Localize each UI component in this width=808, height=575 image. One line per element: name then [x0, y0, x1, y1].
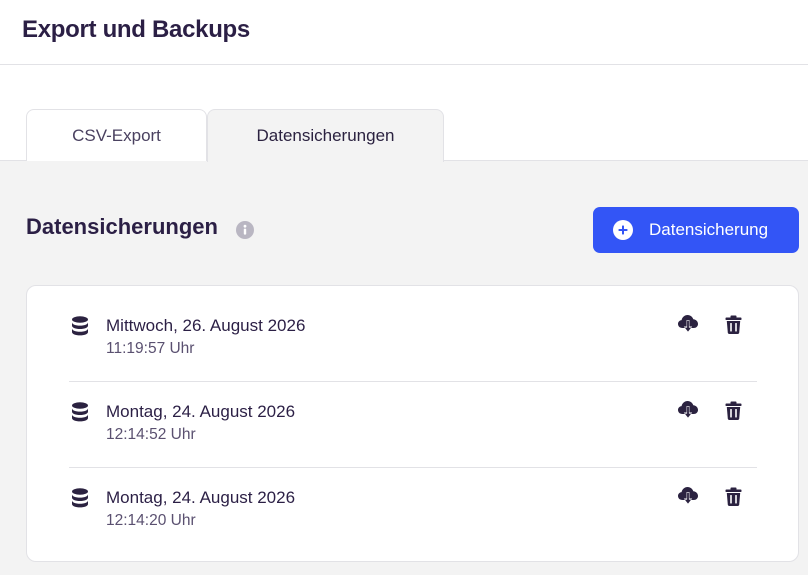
tab-datensicherungen[interactable]: Datensicherungen	[207, 109, 444, 162]
page-header: Export und Backups	[0, 0, 808, 65]
list-item: Montag, 24. August 2026 12:14:52 Uhr	[69, 381, 757, 467]
add-backup-label: Datensicherung	[649, 220, 769, 239]
section-title: Datensicherungen	[26, 214, 218, 239]
database-icon	[71, 402, 89, 422]
trash-icon[interactable]	[725, 401, 742, 420]
page-title: Export und Backups	[22, 16, 250, 43]
cloud-download-icon[interactable]	[677, 399, 699, 421]
info-icon[interactable]	[236, 221, 254, 239]
info-icon-glyph	[243, 224, 247, 235]
backup-time: 12:14:20 Uhr	[106, 512, 196, 529]
database-icon	[71, 488, 89, 508]
list-item: Montag, 24. August 2026 12:14:20 Uhr	[69, 467, 757, 553]
backup-list: Mittwoch, 26. August 2026 11:19:57 Uhr M…	[26, 285, 799, 562]
plus-circle-icon	[613, 220, 633, 240]
backup-date: Montag, 24. August 2026	[106, 402, 296, 421]
trash-icon[interactable]	[725, 315, 742, 334]
database-icon	[71, 316, 89, 336]
cloud-download-icon[interactable]	[677, 313, 699, 335]
cloud-download-icon[interactable]	[677, 485, 699, 507]
list-item: Mittwoch, 26. August 2026 11:19:57 Uhr	[69, 295, 757, 381]
add-backup-button[interactable]: Datensicherung	[593, 207, 799, 253]
backup-time: 12:14:52 Uhr	[106, 426, 196, 443]
trash-icon[interactable]	[725, 487, 742, 506]
backup-date: Mittwoch, 26. August 2026	[106, 316, 306, 335]
tab-csv-export[interactable]: CSV-Export	[26, 109, 207, 161]
backup-date: Montag, 24. August 2026	[106, 488, 296, 507]
tab-bar: CSV-Export Datensicherungen	[0, 65, 808, 162]
backup-time: 11:19:57 Uhr	[106, 340, 195, 357]
